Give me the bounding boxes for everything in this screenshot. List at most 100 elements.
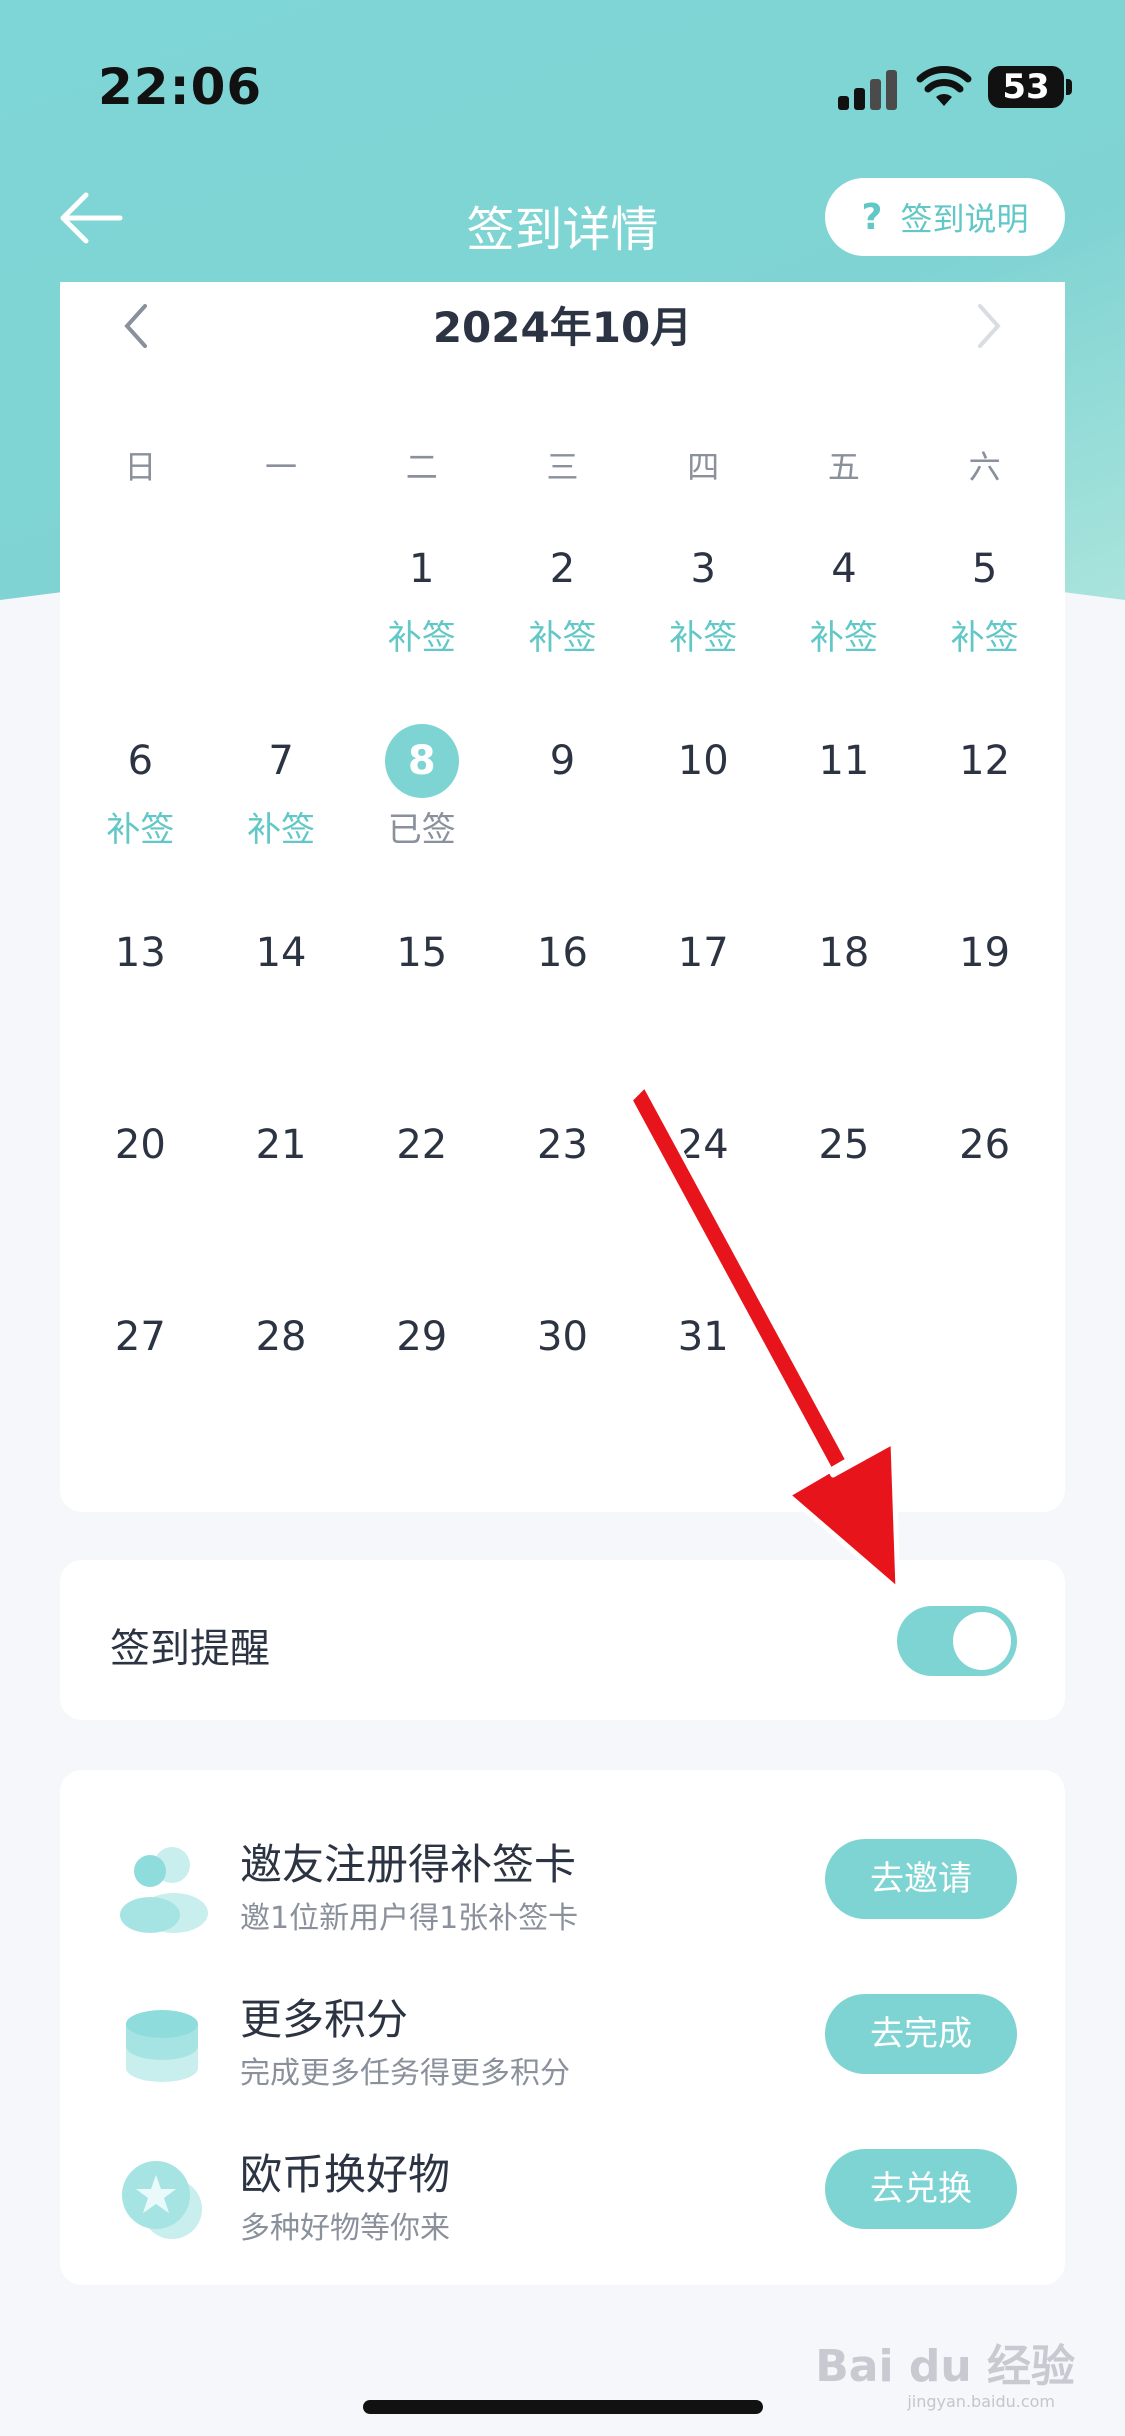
- battery-icon: 53: [988, 66, 1072, 108]
- day-number: 5: [971, 546, 998, 592]
- day-number: 18: [818, 930, 870, 976]
- weekday-label: 四: [687, 448, 720, 486]
- calendar-day[interactable]: 1 补签: [351, 532, 492, 724]
- day-number: 29: [396, 1314, 448, 1360]
- next-month-icon[interactable]: [970, 296, 1010, 356]
- day-number: 19: [959, 930, 1011, 976]
- day-number: 14: [255, 930, 307, 976]
- task-title: 欧币换好物: [240, 2150, 451, 2199]
- calendar-empty-cell: [70, 532, 211, 724]
- makeup-sign-in-label: 补签: [247, 810, 316, 850]
- day-number: 3: [690, 546, 716, 592]
- calendar-day[interactable]: 21: [211, 1108, 352, 1300]
- calendar-day[interactable]: 10: [633, 724, 774, 916]
- day-number: 31: [677, 1314, 729, 1360]
- redeem-button[interactable]: 去兑换: [825, 2149, 1017, 2229]
- calendar-day[interactable]: 11: [774, 724, 915, 916]
- day-number: 10: [677, 738, 729, 784]
- calendar-card: 2024年10月 日 一 二 三 四 五 六 1 补签 2 补签 3 补签 4 补签 5 补签 6 补签 7 补签 8 已…: [60, 282, 1065, 1512]
- day-number: 7: [268, 738, 294, 784]
- question-icon: ?: [861, 196, 883, 238]
- battery-level: 53: [1002, 67, 1050, 107]
- makeup-sign-in-label: 补签: [106, 810, 175, 850]
- task-subtitle: 多种好物等你来: [240, 2211, 450, 2246]
- calendar-day[interactable]: 13: [70, 916, 211, 1108]
- makeup-sign-in-label: 补签: [528, 618, 597, 658]
- home-indicator: [363, 2400, 763, 2414]
- calendar-empty-cell: [211, 532, 352, 724]
- calendar-day[interactable]: 6 补签: [70, 724, 211, 916]
- sign-in-help-button[interactable]: ? 签到说明: [825, 178, 1065, 256]
- day-number: 27: [114, 1314, 166, 1360]
- weekday-row: 日一二三四五六: [60, 442, 1065, 488]
- makeup-sign-in-label: 补签: [387, 618, 456, 658]
- calendar-day[interactable]: 17: [633, 916, 774, 1108]
- task-title: 更多积分: [240, 1995, 409, 2044]
- task-item: 更多积分 完成更多任务得更多积分 去完成: [60, 1980, 1065, 2130]
- calendar-day[interactable]: 5 补签: [914, 532, 1055, 724]
- calendar-day[interactable]: 27: [70, 1300, 211, 1492]
- calendar-days-grid: 1 补签 2 补签 3 补签 4 补签 5 补签 6 补签 7 补签 8 已签 9 10 11 12 13 14 15 16 1…: [60, 532, 1065, 1492]
- calendar-day[interactable]: 2 补签: [492, 532, 633, 724]
- day-number: 9: [549, 738, 576, 784]
- calendar-day[interactable]: 7 补签: [211, 724, 352, 916]
- sign-in-reminder-row: 签到提醒: [60, 1560, 1065, 1720]
- wifi-icon: [916, 66, 972, 106]
- coins-stack-icon: [126, 2010, 198, 2082]
- calendar-day[interactable]: 28: [211, 1300, 352, 1492]
- invite-button[interactable]: 去邀请: [825, 1839, 1017, 1919]
- task-title: 邀友注册得补签卡: [240, 1840, 577, 1889]
- day-number: 15: [396, 930, 448, 976]
- calendar-header: 2024年10月: [60, 282, 1065, 362]
- calendar-day[interactable]: 26: [914, 1108, 1055, 1300]
- task-subtitle: 邀1位新用户得1张补签卡: [240, 1901, 579, 1936]
- star-coin-icon: [122, 2161, 202, 2239]
- weekday-label: 二: [405, 448, 438, 486]
- calendar-day[interactable]: 24: [633, 1108, 774, 1300]
- calendar-day[interactable]: 20: [70, 1108, 211, 1300]
- calendar-day[interactable]: 15: [351, 916, 492, 1108]
- weekday-label: 一: [265, 448, 298, 486]
- calendar-day[interactable]: 23: [492, 1108, 633, 1300]
- weekday-label: 三: [546, 448, 579, 486]
- calendar-day[interactable]: 3 补签: [633, 532, 774, 724]
- day-number: 13: [114, 930, 166, 976]
- weekday-label: 日: [124, 448, 157, 486]
- day-number: 8: [384, 724, 459, 798]
- calendar-day[interactable]: 4 补签: [774, 532, 915, 724]
- day-number: 12: [959, 738, 1011, 784]
- day-number: 30: [537, 1314, 588, 1360]
- calendar-day[interactable]: 18: [774, 916, 915, 1108]
- calendar-day[interactable]: 31: [633, 1300, 774, 1492]
- calendar-day[interactable]: 19: [914, 916, 1055, 1108]
- day-number: 24: [677, 1122, 729, 1168]
- cellular-signal-icon: [838, 66, 898, 110]
- status-time: 22:06: [98, 58, 263, 116]
- day-number: 17: [677, 930, 729, 976]
- calendar-day[interactable]: 16: [492, 916, 633, 1108]
- calendar-day[interactable]: 8 已签: [351, 724, 492, 916]
- calendar-month-title: 2024年10月: [432, 303, 693, 352]
- reminder-toggle[interactable]: [897, 1606, 1017, 1676]
- calendar-day[interactable]: 30: [492, 1300, 633, 1492]
- calendar-day[interactable]: 29: [351, 1300, 492, 1492]
- watermark-logo: Bai du 经验: [815, 2341, 1075, 2392]
- day-number: 2: [549, 546, 576, 592]
- day-number: 6: [127, 738, 154, 784]
- day-number: 25: [818, 1122, 870, 1168]
- day-number: 1: [409, 546, 435, 592]
- calendar-day[interactable]: 14: [211, 916, 352, 1108]
- makeup-sign-in-label: 补签: [809, 618, 878, 658]
- day-number: 20: [114, 1122, 166, 1168]
- complete-tasks-button[interactable]: 去完成: [825, 1994, 1017, 2074]
- navigation-bar: 签到详情 ? 签到说明: [0, 170, 1125, 270]
- calendar-day[interactable]: 25: [774, 1108, 915, 1300]
- weekday-label: 六: [968, 448, 1001, 486]
- calendar-day[interactable]: 22: [351, 1108, 492, 1300]
- watermark-url: jingyan.baidu.com: [907, 2392, 1055, 2411]
- calendar-day[interactable]: 12: [914, 724, 1055, 916]
- day-number: 21: [255, 1122, 307, 1168]
- calendar-day[interactable]: 9: [492, 724, 633, 916]
- weekday-label: 五: [827, 448, 860, 486]
- reminder-label: 签到提醒: [110, 1626, 270, 1672]
